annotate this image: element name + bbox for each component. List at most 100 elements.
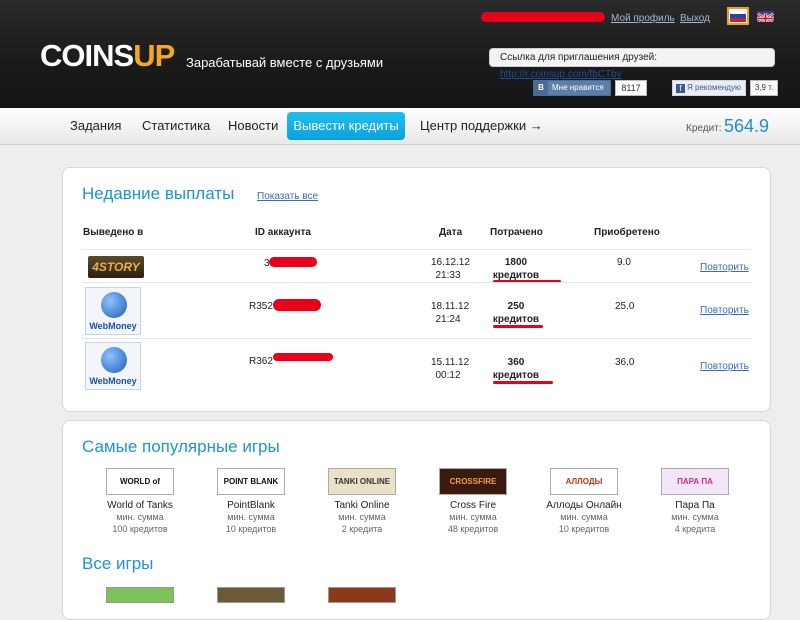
repeat-link[interactable]: Повторить <box>700 361 749 372</box>
redaction-mark <box>493 325 543 328</box>
game-card-cross-fire[interactable]: CROSSFIRE Cross Fire мин. сумма 48 креди… <box>423 468 523 535</box>
min-sum-label: мин. сумма <box>449 512 497 522</box>
min-sum-value: 100 кредитов <box>112 524 168 534</box>
min-sum-value: 10 кредитов <box>225 524 277 534</box>
row-divider <box>81 282 751 283</box>
game-card-tanki-online[interactable]: TANKI ONLINE Tanki Online мин. сумма 2 к… <box>312 468 412 535</box>
redaction-mark <box>273 299 321 311</box>
game-name: Cross Fire <box>449 500 497 511</box>
4story-logo: 4STORY <box>88 256 144 278</box>
min-sum-value: 2 кредита <box>341 524 383 534</box>
popular-games-title: Самые популярные игры <box>82 437 280 456</box>
spent-value: 360 <box>507 357 525 368</box>
logo-text: COINS <box>40 38 134 73</box>
webmoney-globe-icon <box>101 347 127 373</box>
game-name: World of Tanks <box>107 500 173 511</box>
invite-label: Ссылка для приглашения друзей: <box>500 52 657 63</box>
logo-up-text: UP <box>133 38 175 73</box>
webmoney-logo-text: WebMoney <box>89 321 137 331</box>
site-header: COINSUP Зарабатывай вместе с друзьями Мо… <box>0 0 800 108</box>
spent-unit: кредитов <box>492 314 540 325</box>
nav-news[interactable]: Новости <box>228 118 278 133</box>
fb-recommend-button[interactable]: fЯ рекомендую <box>672 80 746 96</box>
site-logo[interactable]: COINSUP <box>40 38 175 74</box>
min-sum-label: мин. сумма <box>338 512 386 522</box>
spent-value: 250 <box>507 301 525 312</box>
game-tile-partial[interactable] <box>328 587 396 603</box>
column-header-spent: Потрачено <box>490 227 543 238</box>
game-card-allods-online[interactable]: АЛЛОДЫ Аллоды Онлайн мин. сумма 10 креди… <box>534 468 634 535</box>
min-sum-label: мин. сумма <box>560 512 608 522</box>
spent-amount: 250 кредитов <box>486 300 546 326</box>
column-header-account-id: ID аккаунта <box>255 227 311 238</box>
redaction-mark <box>481 12 605 22</box>
show-all-link[interactable]: Показать все <box>257 191 318 202</box>
game-name: Аллоды Онлайн <box>546 500 622 511</box>
payout-date: 15.11.12 00:12 <box>431 356 469 382</box>
all-games-title: Все игры <box>82 554 154 573</box>
webmoney-logo-text: WebMoney <box>89 376 137 386</box>
repeat-link[interactable]: Повторить <box>700 305 749 316</box>
nav-support[interactable]: Центр поддержки → <box>420 118 543 133</box>
tagline: Зарабатывай вместе с друзьями <box>186 55 384 70</box>
game-tile-partial[interactable] <box>217 587 285 603</box>
vk-like-count: 8117 <box>615 80 647 96</box>
game-tile-partial[interactable] <box>106 587 174 603</box>
game-logo: АЛЛОДЫ <box>550 468 618 495</box>
redaction-mark <box>269 257 317 267</box>
min-sum-label: мин. сумма <box>671 512 719 522</box>
received-amount: 25.0 <box>615 301 635 312</box>
webmoney-logo: WebMoney <box>85 287 141 335</box>
fb-recommend-count: 3,9 т. <box>750 80 778 96</box>
payout-date: 16.12.12 21:33 <box>431 256 470 282</box>
uk-flag-graphic <box>757 11 774 22</box>
popular-games-panel: Самые популярные игры WORLD of TANKS Wor… <box>62 420 771 620</box>
date-text: 18.11.12 <box>431 301 470 312</box>
spent-value: 1800 <box>504 257 528 268</box>
game-logo: WORLD of TANKS <box>106 468 174 495</box>
spent-amount: 360 кредитов <box>486 356 546 382</box>
received-amount: 9.0 <box>617 257 631 268</box>
game-card-para-pa[interactable]: ПАРА ПА Пара Па мин. сумма 4 кредита <box>645 468 745 535</box>
game-card-pointblank[interactable]: POINT BLANK PointBlank мин. сумма 10 кре… <box>201 468 301 535</box>
time-text: 21:33 <box>435 270 461 281</box>
min-sum-label: мин. сумма <box>227 512 275 522</box>
credit-balance: 564.9 <box>724 116 770 136</box>
date-text: 15.11.12 <box>431 357 470 368</box>
min-sum-value: 4 кредита <box>674 524 716 534</box>
russian-flag-icon[interactable] <box>727 7 749 25</box>
nav-withdraw-credits[interactable]: Вывести кредиты <box>287 112 405 140</box>
game-logo: ПАРА ПА <box>661 468 729 495</box>
invite-url-link[interactable]: http://r.coinsup.com/fbCTbv <box>500 69 622 80</box>
payouts-title: Недавние выплаты <box>82 184 235 203</box>
game-card-world-of-tanks[interactable]: WORLD of TANKS World of Tanks мин. сумма… <box>90 468 190 535</box>
logout-link[interactable]: Выход <box>680 13 710 24</box>
game-logo: CROSSFIRE <box>439 468 507 495</box>
column-header-received: Приобретено <box>594 227 660 238</box>
nav-statistics[interactable]: Статистика <box>142 118 210 133</box>
min-sum-value: 10 кредитов <box>558 524 610 534</box>
row-divider <box>81 249 751 250</box>
uk-flag-icon[interactable] <box>757 11 774 22</box>
column-header-date: Дата <box>439 227 463 238</box>
vk-like-button[interactable]: В Мне нравится <box>533 80 611 96</box>
credit-label: Кредит: <box>686 123 722 134</box>
vk-like-label: Мне нравится <box>552 83 604 92</box>
recent-payouts-panel: Недавние выплаты Показать все Выведено в… <box>62 167 771 412</box>
account-id: R362 <box>249 356 273 367</box>
webmoney-globe-icon <box>101 292 127 318</box>
row-divider <box>81 338 751 339</box>
profile-link[interactable]: Мой профиль <box>611 13 675 24</box>
received-amount: 36.0 <box>615 357 635 368</box>
repeat-link[interactable]: Повторить <box>700 262 749 273</box>
facebook-icon: f <box>676 84 685 93</box>
game-name: Tanki Online <box>334 500 390 511</box>
webmoney-logo: WebMoney <box>85 342 141 390</box>
payout-date: 18.11.12 21:24 <box>431 300 469 326</box>
redaction-mark <box>273 353 333 361</box>
time-text: 21:24 <box>435 314 461 325</box>
min-sum-value: 48 кредитов <box>447 524 499 534</box>
game-logo: TANKI ONLINE <box>328 468 396 495</box>
nav-tasks[interactable]: Задания <box>70 118 121 133</box>
game-name: PointBlank <box>227 500 275 511</box>
